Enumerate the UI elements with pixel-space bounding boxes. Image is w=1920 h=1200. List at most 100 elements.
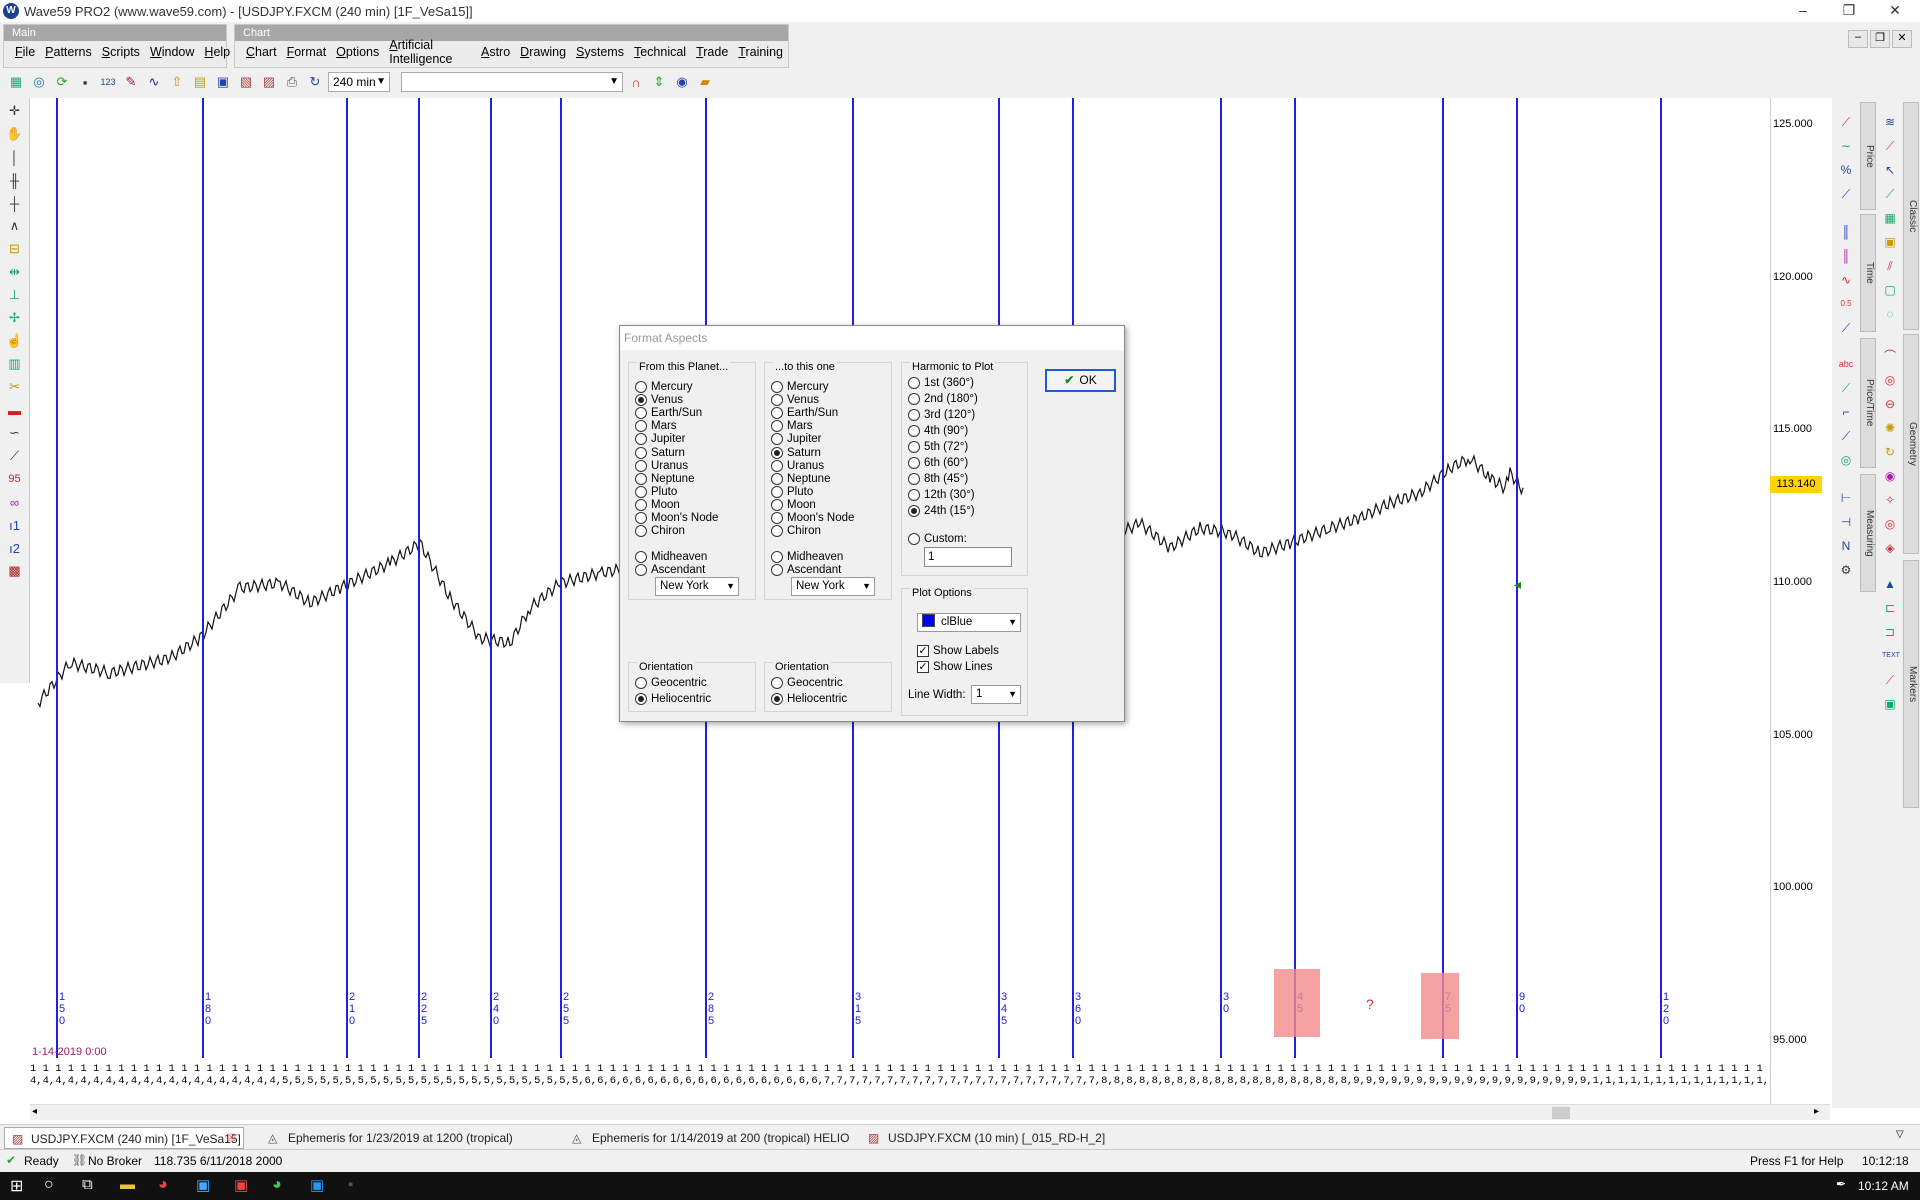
ruler-icon[interactable]: ⟋ — [5, 446, 25, 466]
restore-button[interactable]: ❐ — [1826, 0, 1872, 22]
menu-technical[interactable]: Technical — [629, 45, 691, 59]
from-point-option[interactable]: Ascendant — [635, 562, 705, 578]
pt-box-icon[interactable]: ⌐ — [1838, 404, 1854, 420]
pt-line-icon[interactable]: ⟋ — [1838, 380, 1854, 396]
show-labels-option[interactable]: ✓ Show Labels — [917, 643, 999, 659]
measure-gear-icon[interactable]: ⚙ — [1838, 562, 1854, 578]
from-orientation-option[interactable]: Heliocentric — [635, 691, 711, 707]
radio-icon[interactable] — [771, 525, 783, 538]
export-icon[interactable]: ▧ — [236, 72, 256, 92]
terminal-icon[interactable]: ▪ — [348, 1176, 353, 1193]
chrome-green-icon[interactable]: ◕ — [272, 1176, 282, 1194]
menu-window[interactable]: Window — [145, 45, 199, 59]
refresh-icon[interactable]: ⟳ — [52, 72, 72, 92]
line-width-select[interactable]: 1 ▼ — [971, 685, 1021, 704]
tab-markers[interactable]: Markers — [1903, 560, 1919, 808]
radio-icon[interactable] — [771, 677, 783, 689]
checkbox-checked-icon[interactable]: ✓ — [917, 661, 929, 673]
candles-icon[interactable]: ┼ — [5, 193, 25, 213]
tab-ephemeris-2[interactable]: ◬ Ephemeris for 1/14/2019 at 200 (tropic… — [566, 1127, 856, 1149]
eye-icon[interactable]: ◉ — [672, 72, 692, 92]
time-cycles-icon[interactable]: ║ — [1838, 248, 1854, 264]
classic-fork-icon[interactable]: ⟋ — [1882, 138, 1898, 154]
ok-button[interactable]: ✔ OK — [1045, 369, 1116, 392]
harmonic-option[interactable]: 24th (15°) — [908, 503, 975, 519]
radio-icon[interactable] — [908, 505, 920, 517]
tab-classic[interactable]: Classic — [1903, 102, 1919, 330]
harmonic-option[interactable]: 2nd (180°) — [908, 391, 978, 407]
menu-drawing[interactable]: Drawing — [515, 45, 571, 59]
from-orientation-option[interactable]: Geocentric — [635, 675, 707, 691]
wave2-icon[interactable]: ı2 — [5, 538, 25, 558]
classic-arrow-icon[interactable]: ↖ — [1882, 162, 1898, 178]
radio-icon[interactable] — [908, 533, 920, 545]
classic-box-icon[interactable]: ▣ — [1882, 234, 1898, 250]
marker-up-icon[interactable]: ▲ — [1882, 576, 1898, 592]
marker-text-icon[interactable]: TEXT — [1882, 648, 1900, 664]
to-city-select[interactable]: New York ▼ — [791, 577, 875, 596]
redo-icon[interactable]: ↻ — [305, 72, 325, 92]
harmonic-option[interactable]: 3rd (120°) — [908, 407, 975, 423]
menu-artificial-intelligence[interactable]: Artificial Intelligence — [384, 38, 476, 66]
classic-fan-icon[interactable]: ⟋ — [1882, 186, 1898, 202]
search-icon[interactable]: ○ — [44, 1176, 54, 1194]
harmonic-option[interactable]: 6th (60°) — [908, 455, 968, 471]
radio-icon[interactable] — [771, 564, 783, 576]
tab-geometry[interactable]: Geometry — [1903, 334, 1919, 554]
radio-icon[interactable] — [635, 564, 647, 576]
geo-star-icon[interactable]: ✧ — [1882, 492, 1898, 508]
wave-count-icon[interactable]: 95 — [5, 469, 25, 489]
folder-icon[interactable]: ▰ — [695, 72, 715, 92]
time-trend-icon[interactable]: ⟋ — [1838, 320, 1854, 336]
tab-measuring[interactable]: Measuring — [1860, 474, 1876, 592]
time-ratio-icon[interactable]: 0.5 — [1838, 296, 1854, 312]
hand-icon[interactable]: ✋ — [5, 124, 25, 144]
pt-fan-icon[interactable]: ⟋ — [1838, 428, 1854, 444]
measure-range-icon[interactable]: ⊣ — [1838, 514, 1854, 530]
wave59-taskbar-icon[interactable]: ▣ — [196, 1176, 210, 1194]
pt-target-icon[interactable]: ◎ — [1838, 452, 1854, 468]
geo-target-icon[interactable]: ◎ — [1882, 516, 1898, 532]
menu-options[interactable]: Options — [331, 45, 384, 59]
color-select[interactable]: clBlue ▼ — [917, 613, 1021, 632]
radio-icon[interactable] — [908, 409, 920, 421]
menu-file[interactable]: File — [10, 45, 40, 59]
classic-lines-icon[interactable]: ≋ — [1882, 114, 1898, 130]
chart-box-icon[interactable]: ▩ — [5, 561, 25, 581]
cross-arrows-icon[interactable]: ✢ — [5, 308, 25, 328]
radio-icon[interactable] — [908, 489, 920, 501]
to-orientation-option[interactable]: Heliocentric — [771, 691, 847, 707]
interval-select[interactable]: 240 min ▼ — [328, 72, 390, 92]
menu-format[interactable]: Format — [282, 45, 332, 59]
magnet-icon[interactable]: ∩ — [626, 72, 646, 92]
classic-channel-icon[interactable]: ⫽ — [1882, 258, 1898, 274]
menu-training[interactable]: Training — [733, 45, 788, 59]
radio-icon[interactable] — [908, 393, 920, 405]
child-restore-button[interactable]: ❐ — [1870, 30, 1890, 48]
measure-n-icon[interactable]: N — [1838, 538, 1854, 554]
show-lines-option[interactable]: ✓ Show Lines — [917, 659, 992, 675]
pointer-icon[interactable]: ☝ — [5, 331, 25, 351]
marker-line-icon[interactable]: ⟋ — [1882, 672, 1898, 688]
app-red-icon[interactable]: ▣ — [234, 1176, 248, 1194]
classic-spiral-icon[interactable]: ◌ — [1882, 306, 1898, 322]
arrow-icon[interactable]: ⇧ — [167, 72, 187, 92]
harmonic-option[interactable]: 4th (90°) — [908, 423, 968, 439]
harmonic-option[interactable]: 5th (72°) — [908, 439, 968, 455]
marker-bar-icon[interactable]: ⊏ — [1882, 600, 1898, 616]
radio-icon[interactable] — [908, 473, 920, 485]
from-planet-option[interactable]: Chiron — [635, 523, 685, 539]
geo-spiral-icon[interactable]: ↻ — [1882, 444, 1898, 460]
task-view-icon[interactable]: ⧉ — [82, 1176, 93, 1193]
time-bars-icon[interactable]: ║ — [1838, 224, 1854, 240]
geo-arc-icon[interactable]: ⌒ — [1882, 348, 1898, 364]
trash-icon[interactable]: ▥ — [5, 354, 25, 374]
pen-icon[interactable]: ✒ — [1836, 1177, 1846, 1191]
geo-wheel-icon[interactable]: ✺ — [1882, 420, 1898, 436]
line-cursor-icon[interactable]: │ — [5, 147, 25, 167]
lasso-icon[interactable]: ∽ — [5, 423, 25, 443]
minimize-button[interactable]: – — [1780, 0, 1826, 22]
menu-chart[interactable]: Chart — [241, 45, 282, 59]
car-icon[interactable]: ▬ — [5, 400, 25, 420]
radio-icon[interactable] — [908, 377, 920, 389]
